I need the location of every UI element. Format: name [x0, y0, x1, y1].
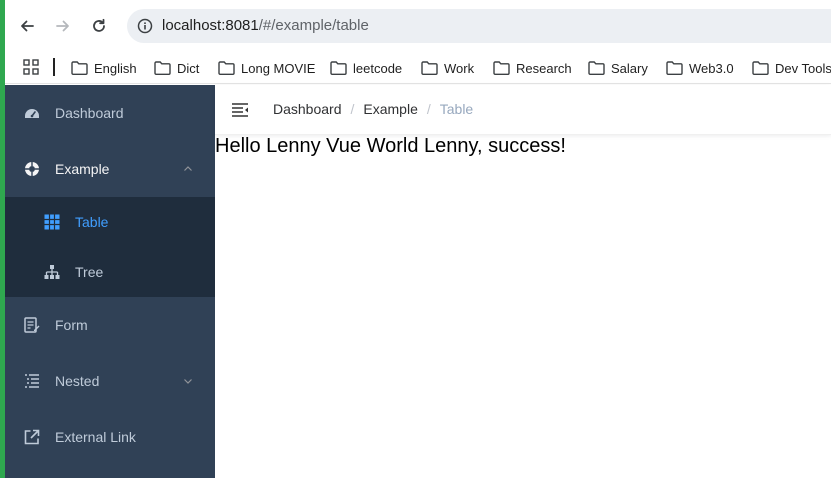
bookmark-label: Work — [444, 60, 475, 76]
chevron-down-icon — [184, 379, 192, 384]
example-submenu: Table Tree — [5, 197, 215, 297]
folder-icon — [493, 61, 510, 75]
folder-icon — [71, 61, 88, 75]
chevron-up-icon — [184, 166, 192, 171]
bookmark-leetcode[interactable]: leetcode — [330, 52, 402, 84]
folder-icon — [421, 61, 438, 75]
bookmark-dict[interactable]: Dict — [154, 52, 199, 84]
table-icon — [44, 214, 60, 230]
bookmark-work[interactable]: Work — [421, 52, 474, 84]
folder-icon — [218, 61, 235, 75]
hamburger-icon[interactable] — [231, 101, 249, 119]
bookmark-label: Research — [516, 60, 572, 76]
breadcrumb: Dashboard / Example / Table — [273, 101, 473, 117]
back-button[interactable] — [15, 14, 39, 38]
breadcrumb-item-dashboard[interactable]: Dashboard — [273, 101, 342, 117]
folder-icon — [588, 61, 605, 75]
breadcrumb-separator: / — [426, 101, 431, 117]
window-edge — [0, 0, 5, 478]
bookmark-english[interactable]: English — [71, 52, 137, 84]
sidebar-item-table[interactable]: Table — [5, 197, 215, 247]
sidebar-item-example[interactable]: Example — [5, 141, 215, 197]
bookmark-label: Salary — [611, 60, 648, 76]
address-bar[interactable]: localhost:8081/#/example/table — [127, 9, 831, 43]
breadcrumb-item-table: Table — [439, 101, 474, 117]
folder-icon — [330, 61, 347, 75]
reload-button[interactable] — [87, 14, 111, 38]
folder-icon — [666, 61, 683, 75]
folder-icon — [752, 61, 769, 75]
bookmark-long-movie[interactable]: Long MOVIE — [218, 52, 315, 84]
site-info-icon[interactable] — [137, 18, 153, 34]
bookmark-research[interactable]: Research — [493, 52, 572, 84]
bookmark-salary[interactable]: Salary — [588, 52, 648, 84]
arrow-right-icon — [56, 20, 69, 32]
url-text[interactable]: localhost:8081/#/example/table — [162, 17, 369, 34]
form-icon — [24, 317, 40, 333]
tree-icon — [44, 265, 60, 279]
sidebar: Dashboard Example Table Tree Form Nested — [5, 85, 215, 478]
browser-toolbar: localhost:8081/#/example/table — [5, 0, 831, 52]
bookmarks-separator — [53, 58, 55, 76]
sidebar-item-label: Example — [55, 161, 110, 177]
sidebar-item-label: Tree — [75, 264, 104, 280]
folder-icon — [154, 61, 171, 75]
bookmark-web3[interactable]: Web3.0 — [666, 52, 734, 84]
bookmark-label: English — [94, 60, 137, 76]
dashboard-icon — [25, 109, 39, 118]
bookmarks-bar: English Dict Long MOVIE leetcode Work Re… — [5, 52, 831, 84]
url-host: localhost:8081 — [162, 17, 259, 34]
url-path: /#/example/table — [258, 17, 369, 34]
breadcrumb-item-example[interactable]: Example — [363, 101, 417, 117]
forward-button[interactable] — [51, 14, 75, 38]
arrow-left-icon — [21, 20, 34, 32]
example-icon — [25, 162, 39, 176]
main-message: Hello Lenny Vue World Lenny, success! — [215, 135, 566, 157]
sidebar-item-nested[interactable]: Nested — [5, 353, 215, 409]
sidebar-item-label: External Link — [55, 429, 136, 445]
sidebar-item-label: Form — [55, 317, 88, 333]
sidebar-item-label: Nested — [55, 373, 100, 389]
sidebar-item-label: Dashboard — [55, 105, 124, 121]
nested-icon — [25, 374, 39, 388]
navbar: Dashboard / Example / Table — [215, 85, 831, 135]
sidebar-item-tree[interactable]: Tree — [5, 247, 215, 297]
bookmark-label: leetcode — [353, 60, 403, 76]
bookmark-label: Web3.0 — [689, 60, 734, 76]
bookmark-label: Dev Tools — [775, 60, 831, 76]
reload-icon — [93, 18, 105, 32]
sidebar-item-dashboard[interactable]: Dashboard — [5, 85, 215, 141]
sidebar-item-external-link[interactable]: External Link — [5, 409, 215, 465]
bookmark-dev-tools[interactable]: Dev Tools — [752, 52, 831, 84]
sidebar-item-label: Table — [75, 214, 109, 230]
sidebar-item-form[interactable]: Form — [5, 297, 215, 353]
browser-window: localhost:8081/#/example/table English D… — [0, 0, 831, 478]
apps-grid-icon[interactable] — [23, 59, 39, 75]
bookmark-label: Long MOVIE — [241, 60, 316, 76]
bookmark-label: Dict — [177, 60, 200, 76]
external-link-icon — [24, 429, 40, 445]
breadcrumb-separator: / — [350, 101, 355, 117]
